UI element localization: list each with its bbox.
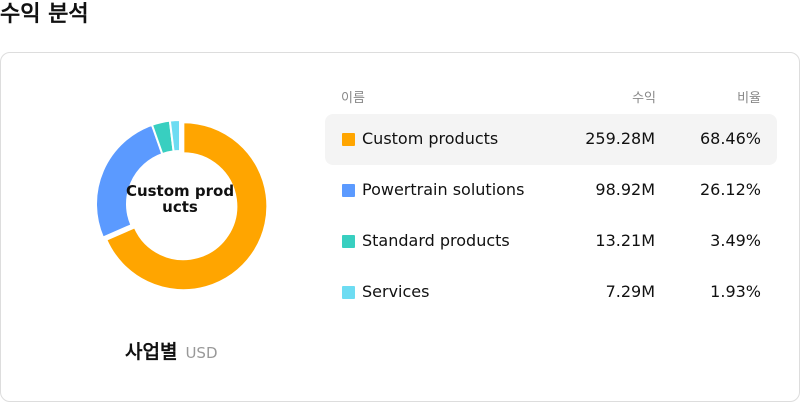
revenue-card: Custom products 사업별 USD 이름 수익 비율 Custom … — [0, 52, 800, 402]
row-ratio: 1.93% — [710, 282, 761, 301]
row-revenue: 259.28M — [585, 129, 655, 148]
row-revenue: 98.92M — [595, 180, 655, 199]
row-name: Powertrain solutions — [362, 180, 525, 199]
legend-swatch — [342, 286, 355, 299]
row-name: Services — [362, 282, 430, 301]
row-ratio: 68.46% — [699, 129, 761, 148]
row-name: Standard products — [362, 231, 510, 250]
legend-swatch — [342, 184, 355, 197]
chart-unit: USD — [185, 344, 218, 362]
chart-caption-title: 사업별 — [125, 341, 178, 363]
donut-center-label: Custom products — [125, 182, 235, 216]
row-revenue: 7.29M — [605, 282, 655, 301]
column-header-ratio: 비율 — [737, 91, 761, 106]
donut-chart: Custom products — [93, 115, 267, 293]
column-header-name: 이름 — [341, 91, 365, 106]
table-row[interactable]: Standard products 13.21M 3.49% — [325, 216, 777, 267]
table-row[interactable]: Services 7.29M 1.93% — [325, 267, 777, 318]
row-ratio: 3.49% — [710, 231, 761, 250]
table-header: 이름 수익 비율 — [341, 87, 761, 107]
legend-swatch — [342, 133, 355, 146]
legend-table: Custom products 259.28M 68.46% Powertrai… — [325, 114, 777, 318]
row-revenue: 13.21M — [595, 231, 655, 250]
row-ratio: 26.12% — [699, 180, 761, 199]
row-name: Custom products — [362, 129, 499, 148]
table-row[interactable]: Custom products 259.28M 68.46% — [325, 114, 777, 165]
column-header-revenue: 수익 — [632, 91, 656, 106]
table-row[interactable]: Powertrain solutions 98.92M 26.12% — [325, 165, 777, 216]
legend-swatch — [342, 235, 355, 248]
page-title: 수익 분석 — [0, 2, 89, 27]
chart-caption: 사업별 USD — [125, 337, 218, 364]
